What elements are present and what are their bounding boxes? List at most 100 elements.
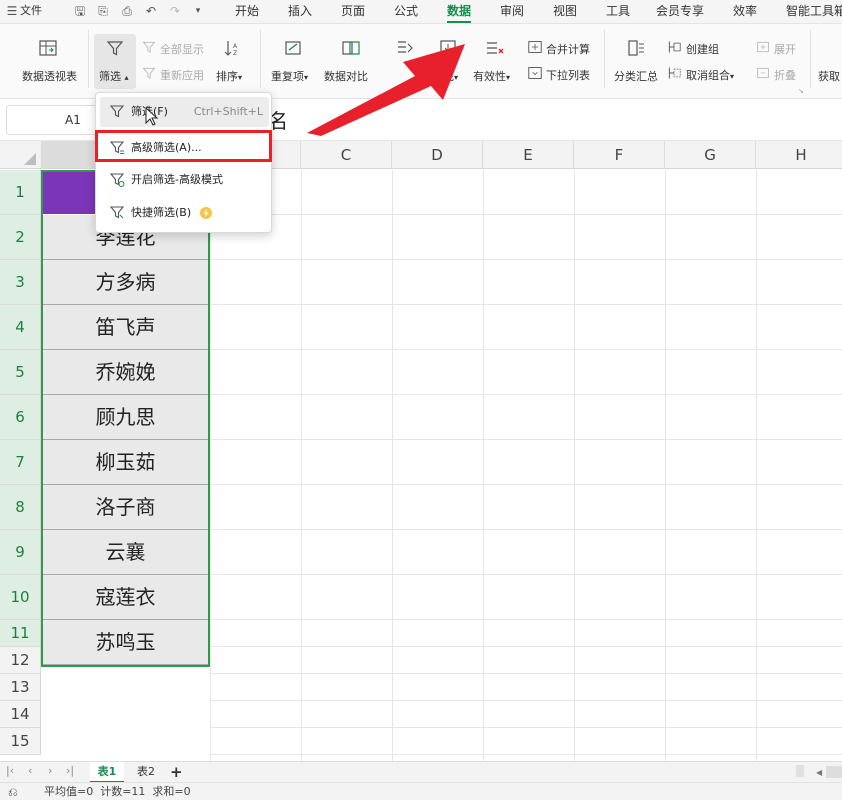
- name-cell[interactable]: 乔婉娩: [42, 350, 209, 395]
- dropdown-list-button[interactable]: 下拉列表: [546, 67, 590, 83]
- show-all-button[interactable]: 全部显示: [160, 41, 204, 57]
- menu-item-advanced-mode[interactable]: 开启筛选-高级模式: [100, 165, 269, 195]
- name-cell[interactable]: 苏鸣玉: [42, 620, 209, 665]
- corner-triangle-icon: [24, 153, 36, 165]
- tab-view[interactable]: 视图: [553, 0, 577, 24]
- tab-review[interactable]: 审阅: [500, 0, 524, 24]
- create-group-button[interactable]: 创建组: [686, 41, 719, 57]
- name-cell[interactable]: 顾九思: [42, 395, 209, 440]
- column-header-h[interactable]: H: [756, 141, 842, 169]
- svg-text:Z: Z: [233, 50, 237, 57]
- tab-smart-toolbox[interactable]: 智能工具箱: [786, 0, 842, 24]
- row-header[interactable]: 9: [0, 530, 41, 575]
- validity-icon: [487, 42, 504, 54]
- name-cell[interactable]: 云襄: [42, 530, 209, 575]
- tab-page[interactable]: 页面: [341, 0, 365, 24]
- sheet-nav-prev-icon[interactable]: ‹: [28, 764, 32, 777]
- file-menu[interactable]: 文件: [20, 0, 42, 24]
- merge-calc-icon: [528, 41, 542, 53]
- row-header[interactable]: 10: [0, 575, 41, 620]
- filter-dropdown-menu: 筛选(F) Ctrl+Shift+L 高级筛选(A)... 开启筛选-高级模式 …: [95, 92, 272, 233]
- column-header-e[interactable]: E: [483, 141, 574, 169]
- row-header[interactable]: 14: [0, 701, 41, 728]
- name-cell[interactable]: 柳玉茹: [42, 440, 209, 485]
- save-icon[interactable]: 🖫: [72, 3, 88, 19]
- name-cell[interactable]: 寇莲衣: [42, 575, 209, 620]
- sheet-tab-2[interactable]: 表2: [130, 762, 162, 783]
- scroll-left-icon[interactable]: [796, 765, 804, 777]
- tab-tools[interactable]: 工具: [606, 0, 630, 24]
- ungroup-button[interactable]: 取消组合▾: [686, 67, 734, 83]
- row-header[interactable]: 3: [0, 260, 41, 305]
- name-cell[interactable]: 笛飞声: [42, 305, 209, 350]
- sheet-nav-last-icon[interactable]: ›|: [66, 764, 74, 777]
- column-header-c[interactable]: C: [301, 141, 392, 169]
- quick-filter-icon: [109, 206, 125, 219]
- dropdown-list-icon: [528, 67, 542, 79]
- menu-item-quick-filter[interactable]: 快捷筛选(B): [100, 198, 269, 228]
- expand-button[interactable]: 展开: [774, 41, 796, 57]
- row-header[interactable]: 11: [0, 620, 41, 647]
- advanced-filter-icon: [109, 141, 125, 154]
- chevron-down-icon[interactable]: ▾: [190, 3, 206, 19]
- macro-icon[interactable]: ⎌: [8, 783, 18, 801]
- add-sheet-icon[interactable]: +: [170, 762, 183, 782]
- row-header[interactable]: 12: [0, 647, 41, 674]
- menu-item-advanced-filter[interactable]: 高级筛选(A)...: [100, 133, 269, 163]
- tab-efficiency[interactable]: 效率: [733, 0, 757, 24]
- name-cell[interactable]: 方多病: [42, 260, 209, 305]
- reapply-button[interactable]: 重新应用: [160, 67, 204, 83]
- validity-button[interactable]: 有效性▾: [473, 68, 510, 84]
- subtotal-button[interactable]: 分类汇总: [614, 68, 658, 84]
- tab-insert[interactable]: 插入: [288, 0, 312, 24]
- fetch-button[interactable]: 获取: [818, 68, 840, 84]
- tab-home[interactable]: 开始: [235, 0, 259, 24]
- row-header[interactable]: 15: [0, 728, 41, 755]
- tab-member[interactable]: 会员专享: [656, 0, 704, 24]
- collapse-icon: [757, 67, 769, 79]
- menu-item-filter[interactable]: 筛选(F) Ctrl+Shift+L: [100, 97, 269, 127]
- name-cell[interactable]: 洛子商: [42, 485, 209, 530]
- print-icon[interactable]: ⎙: [119, 3, 135, 19]
- column-header-g[interactable]: G: [665, 141, 756, 169]
- row-header[interactable]: 5: [0, 350, 41, 395]
- collapse-button[interactable]: 折叠: [774, 67, 796, 83]
- filter-icon: [109, 105, 125, 118]
- sheet-tab-1[interactable]: 表1: [90, 762, 124, 783]
- row-header[interactable]: 4: [0, 305, 41, 350]
- undo-icon[interactable]: ↶: [143, 3, 159, 19]
- row-header[interactable]: 2: [0, 215, 41, 260]
- sheet-nav-next-icon[interactable]: ›: [48, 764, 52, 777]
- status-bar: ⎌ 平均值=0 计数=11 求和=0: [0, 782, 842, 800]
- lightning-badge-icon: [200, 207, 212, 219]
- column-header-f[interactable]: F: [574, 141, 665, 169]
- merge-calc-button[interactable]: 合并计算: [546, 41, 590, 57]
- row-header[interactable]: 6: [0, 395, 41, 440]
- scroll-left-arrow-icon[interactable]: ◀: [816, 768, 822, 777]
- spreadsheet-grid[interactable]: B C D E F G H 123456789101112131415 李莲花方…: [0, 141, 842, 761]
- redo-icon[interactable]: ↷: [167, 3, 183, 19]
- row-header[interactable]: 1: [0, 170, 41, 215]
- column-header-d[interactable]: D: [392, 141, 483, 169]
- menu-bar: ☰ 文件 🖫 ⎘ ⎙ ↶ ↷ ▾ 开始 插入 页面 公式 数据 审阅 视图 工具…: [0, 0, 842, 24]
- filter-button[interactable]: 筛选 ▴: [99, 68, 129, 84]
- tab-data[interactable]: 数据: [447, 0, 472, 24]
- tab-formula[interactable]: 公式: [394, 0, 418, 24]
- ungroup-icon: [668, 67, 681, 79]
- row-header[interactable]: 7: [0, 440, 41, 485]
- export-icon[interactable]: ⎘: [95, 3, 111, 19]
- dialog-launcher-icon[interactable]: ↘: [798, 87, 804, 95]
- reapply-icon: [142, 67, 156, 79]
- horizontal-scrollbar[interactable]: [826, 766, 842, 778]
- select-all-corner[interactable]: [0, 141, 42, 169]
- sort-button[interactable]: 排序▾: [216, 68, 242, 84]
- sheet-tab-bar: |‹ ‹ › ›| 表1 表2 + ◀: [0, 761, 842, 783]
- sheet-nav-first-icon[interactable]: |‹: [6, 764, 14, 777]
- menu-icon[interactable]: ☰: [4, 3, 20, 19]
- row-header[interactable]: 8: [0, 485, 41, 530]
- pivot-table-button[interactable]: 数据透视表: [22, 68, 77, 84]
- expand-icon: [757, 41, 769, 53]
- chevron-up-icon: ▴: [124, 73, 129, 82]
- chevron-down-icon: ▾: [238, 73, 243, 82]
- row-header[interactable]: 13: [0, 674, 41, 701]
